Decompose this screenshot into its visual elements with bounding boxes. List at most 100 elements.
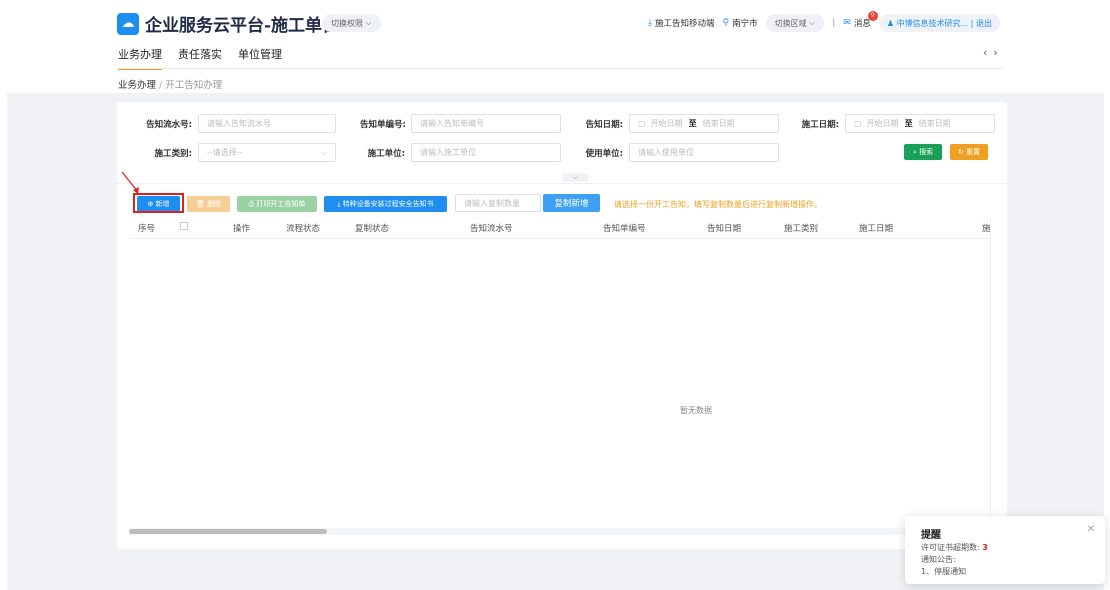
- notice-label: 通知公告:: [921, 555, 956, 564]
- search-button[interactable]: ⌕ 搜索: [904, 144, 942, 160]
- empty-placeholder: 暂无数据: [680, 406, 712, 415]
- special-notice-label: 特种设备安装过程安全告知书: [342, 200, 434, 208]
- print-label: 打印开工告知单: [256, 200, 306, 208]
- nav-divider: [118, 68, 1003, 69]
- message-button[interactable]: ✉ 消息 9: [843, 11, 878, 29]
- notify-start-date[interactable]: 开始日期: [651, 118, 683, 129]
- type-label: 施工类别:: [154, 148, 192, 159]
- user-name: 中博信息技术研究...: [896, 18, 969, 28]
- nav-item-business[interactable]: 业务办理: [118, 46, 162, 70]
- nav-arrows: ‹›: [983, 46, 1004, 59]
- chevron-left-icon[interactable]: ‹: [983, 46, 993, 59]
- mobile-link[interactable]: ⤓ 施工告知移动端: [648, 17, 715, 29]
- copy-quantity-input[interactable]: 请输入复制数量: [455, 194, 541, 212]
- chevron-right-icon[interactable]: ›: [993, 46, 1003, 59]
- reset-button[interactable]: ↻ 重置: [950, 144, 988, 160]
- breadcrumb-current: 开工告知办理: [165, 80, 223, 91]
- chevron-down-icon: ⌵: [809, 18, 816, 27]
- switch-area-button[interactable]: 切换区域 ⌵: [765, 14, 825, 32]
- user-icon: ♟: [886, 18, 895, 28]
- printer-icon: ⎙: [248, 199, 255, 208]
- print-button[interactable]: ⎙ 打印开工告知单: [237, 196, 317, 212]
- permit-overdue-line: 许可证书超期数: 3: [921, 542, 988, 553]
- table-right-edge: [990, 218, 991, 528]
- city-link[interactable]: ⚲ 南宁市: [723, 17, 758, 29]
- type-select[interactable]: --请选择-- ⌵: [198, 143, 336, 162]
- delete-label: 删除: [207, 200, 222, 208]
- use-unit-label: 使用单位:: [585, 148, 623, 159]
- col-notify-date: 告知日期: [707, 224, 742, 234]
- copy-tip: 请选择一份开工告知，填写复制数量后进行复制新增操作。: [614, 200, 822, 209]
- unit-input[interactable]: 请输入施工单位: [411, 143, 561, 162]
- permit-overdue-count: 3: [982, 543, 988, 552]
- col-type: 施工类别: [784, 224, 819, 234]
- construct-date-range[interactable]: ▢ 开始日期至结束日期: [845, 114, 995, 133]
- collapse-toggle[interactable]: ⌵: [563, 173, 588, 182]
- use-unit-input[interactable]: 请输入使用单位: [629, 143, 779, 162]
- city-label: 南宁市: [732, 19, 758, 29]
- permit-overdue-label: 许可证书超期数:: [921, 543, 980, 552]
- col-operation: 操作: [233, 224, 251, 234]
- col-serial: 告知流水号: [470, 224, 513, 234]
- nav-item-responsibility[interactable]: 责任落实: [178, 46, 222, 70]
- notify-date-filter: 告知日期: ▢ 开始日期至结束日期: [585, 114, 779, 133]
- logout-link[interactable]: | 退出: [971, 18, 992, 29]
- construct-date-filter: 施工日期: ▢ 开始日期至结束日期: [801, 114, 995, 133]
- select-all-checkbox[interactable]: [180, 222, 188, 233]
- download-icon: ⤓: [648, 18, 652, 28]
- construct-date-label: 施工日期:: [801, 119, 839, 130]
- unit-filter: 施工单位: 请输入施工单位: [360, 143, 561, 162]
- construct-start-date[interactable]: 开始日期: [867, 118, 899, 129]
- pointer-arrow-icon: [121, 171, 139, 194]
- location-icon: ⚲: [722, 18, 730, 28]
- checkbox-icon: [180, 222, 188, 230]
- notice-item[interactable]: 1、停服通知: [921, 566, 966, 577]
- serial-label: 告知流水号:: [146, 119, 192, 130]
- notify-date-range[interactable]: ▢ 开始日期至结束日期: [629, 114, 779, 133]
- col-copy-status: 复制状态: [355, 224, 390, 234]
- delete-button[interactable]: 🗑 删除: [187, 196, 230, 212]
- calendar-icon: ▢: [638, 119, 646, 128]
- switch-permission-button[interactable]: 切换权限 ⌵: [322, 14, 381, 32]
- table-header-divider: [129, 238, 991, 239]
- header-right: ⤓ 施工告知移动端 ⚲ 南宁市 切换区域 ⌵ | ✉ 消息 9 ♟ 中博信息技术研究..…: [648, 11, 1000, 32]
- refresh-icon: ↻: [957, 148, 964, 156]
- use-unit-filter: 使用单位: 请输入使用单位: [585, 143, 779, 162]
- app-title: 企业服务云平台-施工单位: [145, 16, 340, 36]
- mobile-link-label: 施工告知移动端: [654, 19, 715, 29]
- switch-permission-label: 切换权限: [331, 18, 363, 28]
- unit-label: 施工单位:: [367, 148, 405, 159]
- order-label: 告知单编号:: [360, 119, 406, 130]
- notify-end-date[interactable]: 结束日期: [703, 118, 735, 129]
- filter-divider: [117, 183, 1007, 184]
- notify-date-to: 至: [688, 119, 697, 128]
- nav-item-unit[interactable]: 单位管理: [238, 46, 282, 70]
- serial-input[interactable]: 请输入告知流水号: [198, 114, 336, 133]
- notify-date-label: 告知日期:: [585, 119, 623, 130]
- col-flow-status: 流程状态: [286, 224, 321, 234]
- breadcrumb-root[interactable]: 业务办理: [118, 80, 156, 91]
- trash-icon: 🗑: [195, 200, 205, 208]
- order-filter: 告知单编号: 请输入告知单编号: [360, 114, 561, 133]
- cloud-logo-icon: ☁: [117, 12, 139, 35]
- search-icon: ⌕: [912, 147, 917, 156]
- breadcrumb-sep: /: [159, 80, 163, 91]
- user-menu[interactable]: ♟ 中博信息技术研究... | 退出: [878, 14, 1000, 32]
- construct-date-to: 至: [904, 119, 913, 128]
- reminder-notification: 提醒 ✕ 许可证书超期数: 3 通知公告: 1、停服通知: [905, 516, 1105, 584]
- copy-add-button[interactable]: 复制新增: [543, 194, 600, 212]
- order-input[interactable]: 请输入告知单编号: [411, 114, 561, 133]
- special-notice-button[interactable]: ⤓ 特种设备安装过程安全告知书: [324, 196, 447, 212]
- brand: ☁ 企业服务云平台-施工单位: [117, 11, 339, 36]
- construct-end-date[interactable]: 结束日期: [919, 118, 951, 129]
- header-separator: |: [832, 18, 836, 28]
- switch-area-label: 切换区域: [774, 18, 807, 28]
- type-filter: 施工类别: --请选择-- ⌵: [145, 143, 336, 162]
- col-index: 序号: [138, 224, 156, 234]
- horizontal-scrollbar-thumb[interactable]: [129, 529, 327, 534]
- close-icon[interactable]: ✕: [1087, 524, 1095, 535]
- serial-filter: 告知流水号: 请输入告知流水号: [145, 114, 336, 133]
- type-select-value: --请选择--: [207, 148, 243, 157]
- download-icon: ⤓: [337, 199, 341, 208]
- chevron-down-icon: ⌵: [320, 147, 327, 157]
